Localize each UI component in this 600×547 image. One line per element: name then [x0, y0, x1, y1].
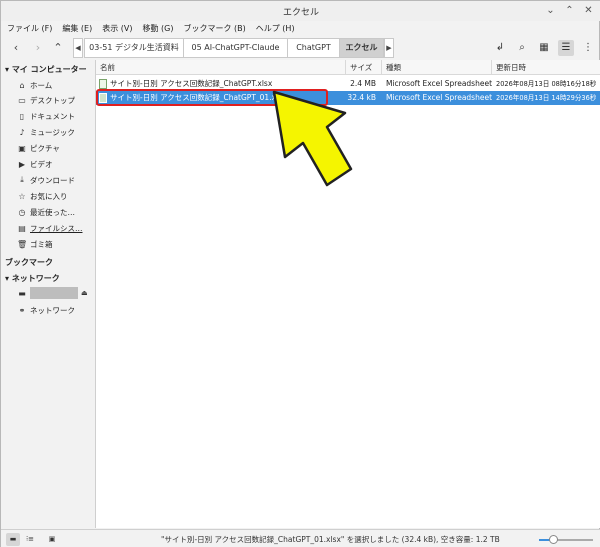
menu-view[interactable]: 表示 (V) [102, 21, 132, 37]
menu-edit[interactable]: 編集 (E) [62, 21, 92, 37]
network-icon: ⚭ [18, 305, 26, 315]
show-tree-icon[interactable]: ⁝≡ [23, 533, 37, 546]
hide-sidebar-icon[interactable]: ▣ [45, 533, 59, 546]
sidebar-item-videos[interactable]: ▶ ビデオ [17, 157, 95, 171]
minimize-icon[interactable]: ⌄ [544, 4, 557, 17]
file-type: Microsoft Excel Spreadsheet [386, 79, 492, 88]
file-modified: 2026年08月13日 08時16分18秒 [496, 80, 597, 88]
sidebar-item-label: ビデオ [30, 159, 53, 169]
desktop-icon: ▭ [18, 95, 26, 105]
spreadsheet-file-icon [99, 79, 107, 89]
file-manager-window: エクセル ⌄ ⌃ ✕ ファイル (F) 編集 (E) 表示 (V) 移動 (G)… [0, 0, 600, 547]
video-icon: ▶ [18, 159, 26, 169]
status-text: "サイト別-日別 アクセス回数記録_ChatGPT_01.xlsx" を選択しま… [161, 535, 500, 544]
forward-icon[interactable]: › [31, 40, 45, 56]
sidebar-item-trash[interactable]: 🗑 ゴミ箱 [17, 237, 95, 251]
toolbar: ‹ › ⌃ ◀ 03-51 デジタル生活資料 05 AI-ChatGPT-Cla… [1, 37, 600, 59]
search-icon[interactable]: ⌕ [514, 40, 530, 56]
section-my-computer[interactable]: ▾ マイ コンピューター [5, 64, 87, 75]
document-icon: ▯ [19, 111, 25, 121]
title-bar: エクセル ⌄ ⌃ ✕ [1, 1, 600, 21]
sidebar-item-pictures[interactable]: ▣ ピクチャ [17, 141, 95, 155]
filesystem-icon: ▤ [18, 223, 26, 233]
menu-go[interactable]: 移動 (G) [143, 21, 174, 37]
sidebar-item-label: ドキュメント [30, 111, 75, 121]
drive-icon: ▬ [18, 288, 26, 298]
open-terminal-icon[interactable]: ↲ [492, 40, 508, 56]
download-icon: ⤓ [20, 175, 24, 184]
close-icon[interactable]: ✕ [582, 4, 595, 17]
show-places-icon[interactable]: ▬ [6, 533, 20, 546]
column-header-name[interactable]: 名前 [96, 60, 346, 75]
section-network[interactable]: ▾ ネットワーク [5, 273, 60, 284]
zoom-slider[interactable] [539, 535, 593, 544]
home-icon: ⌂ [19, 80, 25, 90]
sidebar-item-label: ダウンロード [30, 175, 75, 185]
sidebar-item-filesystem[interactable]: ▤ ファイルシス… [17, 221, 95, 235]
sidebar-item-label: ファイルシス… [30, 223, 83, 233]
redacted-drive-name [30, 287, 78, 299]
sidebar-item-label: お気に入り [30, 191, 68, 201]
section-network-label: ネットワーク [11, 274, 60, 283]
back-icon[interactable]: ‹ [9, 40, 23, 56]
column-header-type[interactable]: 種類 [382, 60, 492, 75]
breadcrumb: 03-51 デジタル生活資料 05 AI-ChatGPT-Claude Chat… [84, 38, 384, 58]
status-bar: ▬ ⁝≡ ▣ "サイト別-日別 アクセス回数記録_ChatGPT_01.xlsx… [1, 529, 600, 547]
sidebar-item-label: 最近使った… [30, 207, 75, 217]
sidebar-item-home[interactable]: ⌂ ホーム [17, 78, 95, 92]
picture-icon: ▣ [18, 143, 26, 153]
trash-icon: 🗑 [17, 239, 28, 249]
sidebar-item-desktop[interactable]: ▭ デスクトップ [17, 93, 95, 107]
up-icon[interactable]: ⌃ [51, 40, 65, 56]
sidebar-item-label: ネットワーク [30, 305, 75, 315]
sidebar-item-label: ピクチャ [30, 143, 60, 153]
arrow-shape [272, 90, 353, 187]
list-view-icon[interactable]: ☰ [558, 40, 574, 56]
zoom-slider-thumb[interactable] [548, 535, 558, 544]
maximize-icon[interactable]: ⌃ [563, 4, 576, 17]
sidebar-item-recent[interactable]: ◷ 最近使った… [17, 205, 95, 219]
menu-help[interactable]: ヘルプ (H) [256, 21, 295, 37]
sidebar-item-network[interactable]: ⚭ ネットワーク [17, 303, 95, 317]
section-bookmarks[interactable]: ブックマーク [5, 257, 53, 268]
menu-file[interactable]: ファイル (F) [7, 21, 52, 37]
sidebar-item-label: デスクトップ [30, 95, 75, 105]
eject-icon[interactable]: ⏏ [81, 289, 88, 297]
crumb-digital-life[interactable]: 03-51 デジタル生活資料 [84, 38, 184, 58]
menu-bookmarks[interactable]: ブックマーク (B) [183, 21, 245, 37]
crumb-chatgpt[interactable]: ChatGPT [288, 38, 340, 58]
icon-view-icon[interactable]: ▦ [536, 40, 552, 56]
sidebar-item-documents[interactable]: ▯ ドキュメント [17, 109, 95, 123]
section-my-computer-label: マイ コンピューター [11, 65, 87, 74]
crumb-ai-chatgpt-claude[interactable]: 05 AI-ChatGPT-Claude [184, 38, 288, 58]
crumb-excel[interactable]: エクセル [340, 38, 384, 58]
file-modified: 2026年08月13日 14時29分36秒 [496, 94, 597, 102]
window-title: エクセル [282, 8, 319, 18]
music-icon: ♪ [19, 127, 25, 137]
recent-icon: ◷ [18, 207, 26, 217]
sidebar-item-label: ゴミ箱 [30, 239, 53, 249]
pointer-arrow-annotation [272, 90, 353, 187]
sidebar-item-label: ミュージック [30, 127, 75, 137]
compact-view-icon[interactable]: ⋮ [580, 40, 596, 56]
menu-bar: ファイル (F) 編集 (E) 表示 (V) 移動 (G) ブックマーク (B)… [1, 21, 600, 37]
column-header-size[interactable]: サイズ [346, 60, 382, 75]
path-scroll-left-icon[interactable]: ◀ [73, 38, 83, 58]
sidebar-item-label: ホーム [30, 80, 53, 90]
sidebar-item-downloads[interactable]: ⤓ ダウンロード [17, 173, 95, 187]
path-scroll-right-icon[interactable]: ▶ [384, 38, 394, 58]
sidebar-item-favorites[interactable]: ☆ お気に入り [17, 189, 95, 203]
sidebar-item-music[interactable]: ♪ ミュージック [17, 125, 95, 139]
column-header-modified[interactable]: 更新日時 [492, 60, 600, 75]
file-type: Microsoft Excel Spreadsheet [386, 93, 492, 102]
star-icon: ☆ [18, 191, 26, 201]
